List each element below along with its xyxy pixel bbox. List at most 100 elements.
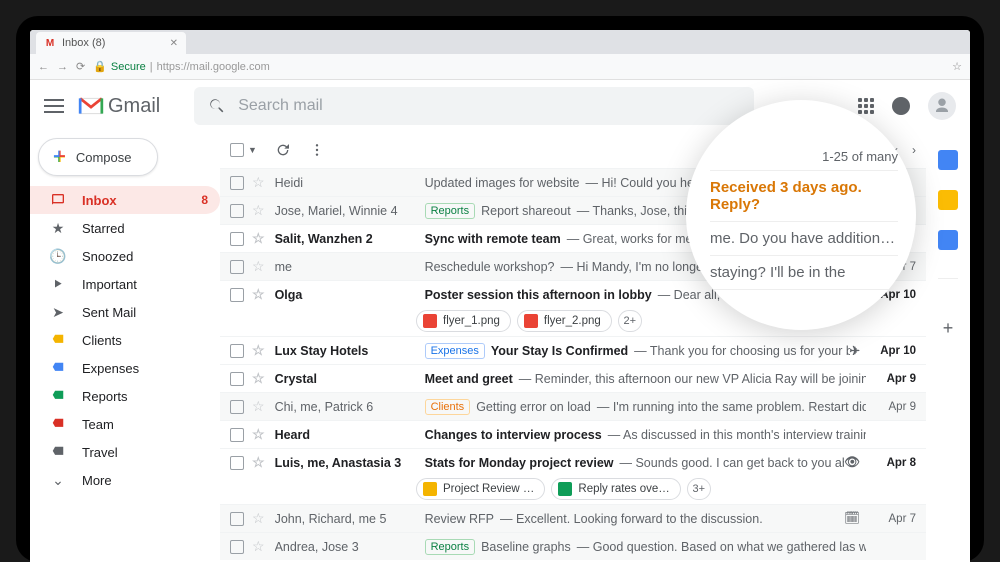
mail-subject: Getting error on load <box>476 400 591 414</box>
mail-snippet: — Thank you for choosing us for your bus… <box>634 344 849 358</box>
keep-addon-icon[interactable] <box>938 190 958 210</box>
search-input[interactable]: Search mail <box>194 87 754 125</box>
sidebar-item-reports[interactable]: Reports <box>30 382 220 410</box>
mail-row[interactable]: ☆Chi, me, Patrick 6Clients Getting error… <box>220 392 926 420</box>
file-icon <box>423 314 437 328</box>
sidebar-item-clients[interactable]: Clients <box>30 326 220 354</box>
search-icon <box>208 97 226 115</box>
sidebar-item-snoozed[interactable]: 🕒Snoozed <box>30 242 220 270</box>
secure-label: Secure <box>111 61 146 73</box>
sidebar-item-sent-mail[interactable]: ➤Sent Mail <box>30 298 220 326</box>
star-icon: ★ <box>50 220 66 236</box>
back-icon[interactable]: ← <box>38 61 49 73</box>
tag-icon <box>50 388 66 404</box>
mail-snippet: — Reminder, this afternoon our new VP Al… <box>519 372 866 386</box>
mail-sender: Heidi <box>275 176 425 190</box>
mail-row[interactable]: ☆HeardChanges to interview process — As … <box>220 420 926 448</box>
calendar-addon-icon[interactable] <box>938 150 958 170</box>
refresh-icon[interactable] <box>275 142 291 158</box>
sidebar-item-expenses[interactable]: Expenses <box>30 354 220 382</box>
star-icon[interactable]: ☆ <box>252 286 265 303</box>
notifications-icon[interactable] <box>892 97 910 115</box>
mail-subject: Stats for Monday project review <box>425 456 614 470</box>
cal-icon: 🗓 <box>844 511 860 526</box>
nudge-text: Received 3 days ago. Reply? <box>710 170 898 221</box>
star-icon[interactable]: ☆ <box>252 258 265 275</box>
mail-snippet: — Sounds good. I can get back to you abo… <box>620 456 845 470</box>
reload-icon[interactable]: ⟳ <box>76 60 85 73</box>
row-checkbox[interactable] <box>230 540 244 554</box>
row-checkbox[interactable] <box>230 176 244 190</box>
compose-button[interactable]: + Compose <box>38 138 158 176</box>
star-icon[interactable]: ☆ <box>252 174 265 191</box>
attachment-chip[interactable]: flyer_2.png <box>517 310 612 332</box>
mail-snippet: — Excellent. Looking forward to the disc… <box>500 512 763 526</box>
row-checkbox[interactable] <box>230 344 244 358</box>
mail-row[interactable]: ☆John, Richard, me 5Review RFP — Excelle… <box>220 504 926 532</box>
mail-subject: Meet and greet <box>425 372 513 386</box>
mail-label: Reports <box>425 539 476 555</box>
attachment-chip[interactable]: flyer_1.png <box>416 310 511 332</box>
select-all-checkbox[interactable]: ▼ <box>230 143 257 157</box>
star-icon[interactable]: ☆ <box>252 398 265 415</box>
pager-next-icon[interactable]: › <box>912 143 916 157</box>
url-field[interactable]: 🔒 Secure | https://mail.google.com <box>93 60 270 73</box>
forward-icon[interactable]: → <box>57 61 68 73</box>
browser-tab[interactable]: M Inbox (8) ✕ <box>36 32 186 54</box>
attachment-more[interactable]: 3+ <box>687 478 711 500</box>
gmail-favicon: M <box>44 37 56 49</box>
mail-row[interactable]: ☆Luis, me, Anastasia 3Stats for Monday p… <box>220 448 926 476</box>
star-icon[interactable]: ☆ <box>252 510 265 527</box>
row-checkbox[interactable] <box>230 428 244 442</box>
add-addon-icon[interactable]: + <box>943 318 954 339</box>
star-icon[interactable]: ☆ <box>252 370 265 387</box>
star-icon[interactable]: ☆ <box>252 454 265 471</box>
attachment-more[interactable]: 2+ <box>618 310 642 332</box>
mail-subject: Report shareout <box>481 204 571 218</box>
row-checkbox[interactable] <box>230 456 244 470</box>
menu-icon[interactable] <box>44 99 64 113</box>
browser-addressbar: ← → ⟳ 🔒 Secure | https://mail.google.com… <box>30 54 970 80</box>
row-checkbox[interactable] <box>230 400 244 414</box>
side-rail: + <box>926 132 970 562</box>
close-tab-icon[interactable]: ✕ <box>170 38 178 49</box>
mail-sender: Andrea, Jose 3 <box>275 540 425 554</box>
mail-subject: Poster session this afternoon in lobby <box>425 288 652 302</box>
mail-row[interactable]: ☆Lux Stay HotelsExpenses Your Stay Is Co… <box>220 336 926 364</box>
star-icon[interactable]: ☆ <box>252 230 265 247</box>
apps-icon[interactable] <box>858 98 874 114</box>
sidebar-item-more[interactable]: ⌄More <box>30 466 220 494</box>
row-checkbox[interactable] <box>230 288 244 302</box>
star-icon[interactable]: ☆ <box>252 342 265 359</box>
row-checkbox[interactable] <box>230 232 244 246</box>
row-checkbox[interactable] <box>230 204 244 218</box>
sidebar-item-inbox[interactable]: Inbox8 <box>30 186 220 214</box>
plus-icon: + <box>53 146 66 168</box>
tasks-addon-icon[interactable] <box>938 230 958 250</box>
star-icon[interactable]: ☆ <box>252 426 265 443</box>
gmail-logo[interactable]: Gmail <box>78 95 160 118</box>
bookmark-star-icon[interactable]: ☆ <box>952 60 962 73</box>
magnifier-pager: 1-25 of many <box>710 141 898 170</box>
star-icon[interactable]: ☆ <box>252 538 265 555</box>
mail-row[interactable]: ☆Andrea, Jose 3Reports Baseline graphs —… <box>220 532 926 560</box>
tag-icon <box>50 360 66 376</box>
mail-subject: Baseline graphs <box>481 540 571 554</box>
account-avatar[interactable] <box>928 92 956 120</box>
nudge-magnifier: 1-25 of many Received 3 days ago. Reply?… <box>686 100 916 330</box>
sidebar-item-travel[interactable]: Travel <box>30 438 220 466</box>
row-checkbox[interactable] <box>230 372 244 386</box>
sidebar-item-starred[interactable]: ★Starred <box>30 214 220 242</box>
sidebar-item-team[interactable]: Team <box>30 410 220 438</box>
mail-label: Expenses <box>425 343 485 359</box>
star-icon[interactable]: ☆ <box>252 202 265 219</box>
row-checkbox[interactable] <box>230 260 244 274</box>
tag-icon <box>50 416 66 432</box>
attachment-chip[interactable]: Reply rates ove… <box>551 478 680 500</box>
row-checkbox[interactable] <box>230 512 244 526</box>
search-placeholder: Search mail <box>238 97 322 115</box>
mail-row[interactable]: ☆CrystalMeet and greet — Reminder, this … <box>220 364 926 392</box>
more-icon[interactable] <box>309 142 325 158</box>
attachment-chip[interactable]: Project Review … <box>416 478 545 500</box>
sidebar-item-important[interactable]: ⯈Important <box>30 270 220 298</box>
